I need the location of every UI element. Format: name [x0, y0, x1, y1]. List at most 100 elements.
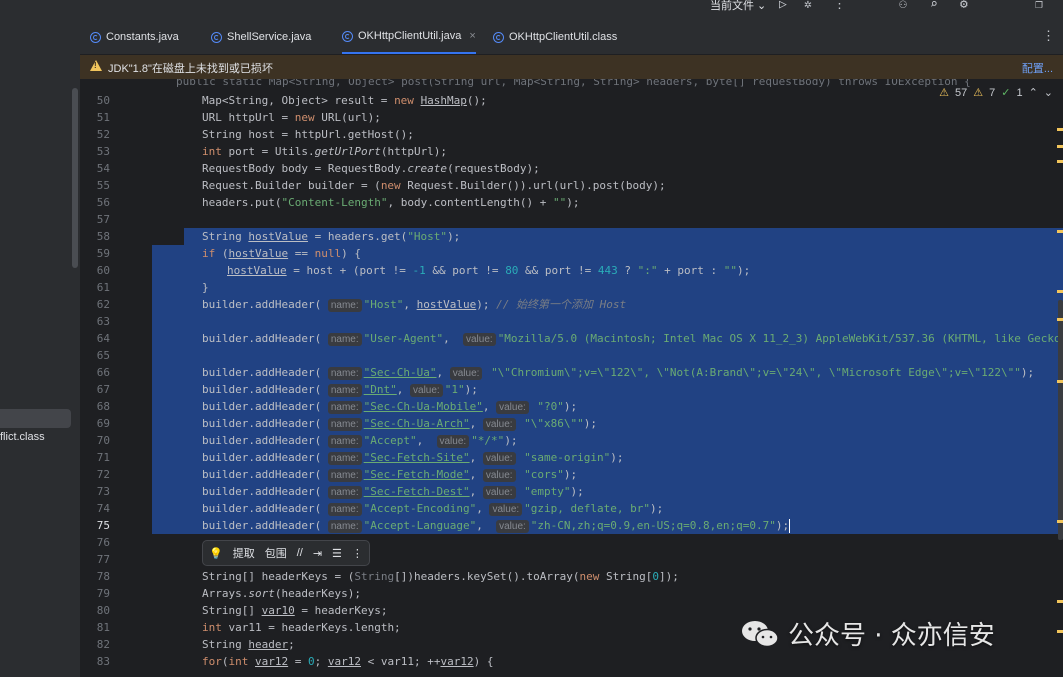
java-class-icon: [90, 31, 101, 43]
text-caret: [789, 519, 791, 533]
code-line: builder.addHeader( name: "Sec-Ch-Ua", val…: [202, 366, 1035, 380]
configure-link[interactable]: 配置...: [1022, 60, 1053, 76]
scroll-marker: [1057, 318, 1063, 321]
code-line: String host = httpUrl.getHost();: [202, 128, 414, 141]
line-number: 57: [96, 213, 110, 226]
check-icon: ✓: [1001, 87, 1011, 99]
line-number: 52: [96, 128, 110, 141]
editor-scrollbar[interactable]: [1058, 300, 1063, 540]
line-number: 54: [96, 162, 110, 175]
window-icon[interactable]: ❐: [1035, 0, 1043, 12]
code-editor[interactable]: public static Map<String, Object> post(S…: [152, 79, 1063, 677]
code-line: }: [202, 281, 209, 294]
line-number: 60: [96, 264, 110, 277]
line-number: 62: [96, 298, 110, 311]
line-number: 74: [96, 502, 110, 515]
line-number: 50: [96, 94, 110, 107]
wechat-watermark: 公众号 · 众亦信安: [740, 615, 995, 652]
wechat-logo-icon: [742, 620, 779, 647]
line-number: 53: [96, 145, 110, 158]
line-number: 76: [96, 536, 110, 549]
code-line: Request.Builder builder = (new Request.B…: [202, 179, 666, 192]
tab-okhttpclientutil-class[interactable]: OKHttpClientUtil.class: [493, 20, 617, 54]
line-number-gutter: 50 51 52 53 54 55 56 57 58 59 60 61 62 63 64 65 66 67 68 69…: [80, 79, 152, 677]
line-number: 51: [96, 111, 110, 124]
code-line: builder.addHeader( name: "Sec-Fetch-Mode"…: [202, 468, 578, 482]
chevron-down-icon[interactable]: ⌄: [1044, 86, 1053, 99]
format-icon[interactable]: ☰: [332, 547, 342, 560]
watermark-text: 公众号 · 众亦信安: [788, 621, 995, 651]
line-number: 72: [96, 468, 110, 481]
code-line-current: builder.addHeader( name: "Accept-Language…: [202, 519, 791, 533]
tab-shellservice-java[interactable]: ShellService.java: [211, 20, 311, 54]
weak-warning-icon: ⚠: [973, 87, 984, 99]
more-icon[interactable]: ⋮: [833, 0, 846, 12]
line-number: 55: [96, 179, 110, 192]
code-line-partial: public static Map<String, Object> post(S…: [176, 79, 971, 88]
tab-constants-java[interactable]: Constants.java: [90, 20, 179, 54]
comment-icon[interactable]: //: [297, 547, 303, 559]
scroll-marker: [1057, 128, 1063, 131]
code-line: if (hostValue == null) {: [202, 247, 361, 260]
code-line: headers.put("Content-Length", body.conte…: [202, 196, 580, 209]
scroll-marker: [1057, 290, 1063, 293]
scroll-marker: [1057, 230, 1063, 233]
settings-icon[interactable]: ⚙: [960, 0, 968, 12]
chevron-up-icon[interactable]: ⌃: [1029, 86, 1038, 99]
tab-more-icon[interactable]: ⋮: [1042, 29, 1055, 44]
code-line: String header;: [202, 638, 295, 651]
run-icon[interactable]: ▷: [779, 0, 787, 12]
code-line: builder.addHeader( name: "Accept-Encoding…: [202, 502, 664, 516]
tab-okhttpclientutil-java[interactable]: OKHttpClientUtil.java ×: [342, 20, 476, 54]
scroll-marker: [1057, 630, 1063, 633]
inspection-widget[interactable]: ⚠ 57 ⚠ 7 ✓ 1 ⌃ ⌄: [939, 86, 1053, 100]
line-number: 66: [96, 366, 110, 379]
line-number: 75: [96, 519, 110, 532]
java-class-icon: [211, 31, 222, 43]
surround-button[interactable]: 包围: [265, 545, 287, 561]
close-icon[interactable]: ×: [469, 30, 475, 42]
code-line: RequestBody body = RequestBody.create(re…: [202, 162, 540, 175]
extract-button[interactable]: 提取: [233, 545, 255, 561]
scroll-marker: [1057, 520, 1063, 523]
line-number: 71: [96, 451, 110, 464]
line-number: 63: [96, 315, 110, 328]
code-line: builder.addHeader( name: "Sec-Ch-Ua-Mobil…: [202, 400, 578, 414]
line-number: 64: [96, 332, 110, 345]
line-number: 80: [96, 604, 110, 617]
debug-icon[interactable]: ✲: [804, 0, 812, 12]
code-line: String hostValue = headers.get("Host");: [202, 230, 461, 243]
line-number: 81: [96, 621, 110, 634]
code-line: builder.addHeader( name: "Host", hostValu…: [202, 298, 627, 312]
warning-icon: [90, 60, 102, 71]
floating-code-toolbar: 💡 提取 包围 // ⇥ ☰ ⋮: [202, 540, 370, 566]
lightbulb-icon[interactable]: 💡: [209, 547, 223, 560]
code-line: Arrays.sort(headerKeys);: [202, 587, 361, 600]
code-line: int var11 = headerKeys.length;: [202, 621, 401, 634]
search-icon[interactable]: ⌕: [930, 0, 938, 12]
code-line: String[] var10 = headerKeys;: [202, 604, 388, 617]
code-line: builder.addHeader( name: "Sec-Fetch-Site"…: [202, 451, 624, 465]
scroll-marker: [1057, 600, 1063, 603]
java-class-icon: [493, 31, 504, 43]
line-number: 67: [96, 383, 110, 396]
current-file-selector[interactable]: 当前文件 ⌄: [710, 0, 766, 12]
line-number: 61: [96, 281, 110, 294]
add-user-icon[interactable]: ⚇: [899, 0, 907, 12]
jdk-warning-banner: JDK"1.8"在磁盘上未找到或已损坏 配置...: [80, 55, 1063, 79]
indent-icon[interactable]: ⇥: [313, 547, 322, 560]
line-number: 58: [96, 230, 110, 243]
warning-icon: ⚠: [939, 87, 949, 99]
line-number: 82: [96, 638, 110, 651]
scroll-marker: [1057, 160, 1063, 163]
line-number: 73: [96, 485, 110, 498]
scroll-marker: [1057, 380, 1063, 383]
code-line: URL httpUrl = new URL(url);: [202, 111, 381, 124]
code-line: String[] headerKeys = (String[])headers.…: [202, 570, 679, 583]
code-line: builder.addHeader( name: "Dnt", value: "1"…: [202, 383, 478, 397]
line-number: 77: [96, 553, 110, 566]
line-number: 79: [96, 587, 110, 600]
line-number: 56: [96, 196, 110, 209]
more-icon[interactable]: ⋮: [352, 547, 363, 560]
code-line: hostValue = host + (port != -1 && port !…: [227, 264, 751, 277]
